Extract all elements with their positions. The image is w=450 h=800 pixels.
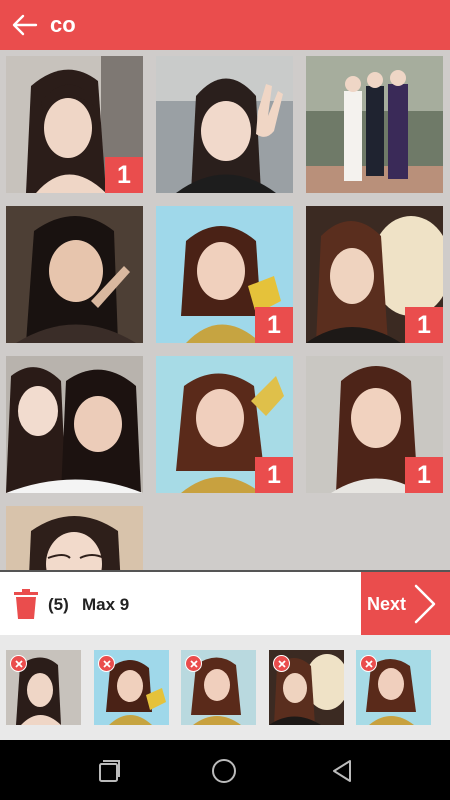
delete-button[interactable] bbox=[14, 589, 38, 619]
app-header: co bbox=[0, 0, 450, 50]
photo-thumbnail bbox=[306, 56, 443, 193]
photo-tile[interactable]: 1 bbox=[306, 206, 443, 343]
photo-thumbnail bbox=[156, 56, 293, 193]
selected-thumbnail[interactable] bbox=[356, 650, 431, 725]
remove-x-icon bbox=[364, 659, 373, 668]
photo-tile[interactable] bbox=[6, 356, 143, 493]
remove-button[interactable] bbox=[360, 655, 377, 672]
remove-x-icon bbox=[14, 659, 23, 668]
remove-button[interactable] bbox=[273, 655, 290, 672]
selected-thumbnail[interactable] bbox=[94, 650, 169, 725]
selected-thumbnail[interactable] bbox=[269, 650, 344, 725]
remove-x-icon bbox=[277, 659, 286, 668]
remove-button[interactable] bbox=[185, 655, 202, 672]
remove-button[interactable] bbox=[98, 655, 115, 672]
photo-tile[interactable]: 1 bbox=[6, 56, 143, 193]
recents-icon bbox=[99, 760, 120, 782]
photo-tile[interactable]: 1 bbox=[306, 356, 443, 493]
photo-tile[interactable] bbox=[306, 56, 443, 193]
recents-button[interactable] bbox=[95, 758, 121, 784]
remove-x-icon bbox=[102, 659, 111, 668]
album-title: co bbox=[50, 12, 76, 37]
photo-tile[interactable] bbox=[156, 56, 293, 193]
selected-photos-tray bbox=[0, 635, 450, 740]
selected-thumbnail[interactable] bbox=[6, 650, 81, 725]
selection-count-badge: 1 bbox=[255, 457, 293, 493]
selection-count-badge: 1 bbox=[405, 307, 443, 343]
photo-tile[interactable]: 1 bbox=[156, 356, 293, 493]
trash-icon bbox=[14, 589, 38, 619]
selection-bar: (5) Max 9 Next bbox=[0, 570, 450, 635]
photo-tile[interactable] bbox=[6, 206, 143, 343]
next-button-label: Next bbox=[367, 594, 407, 614]
selection-count-badge: 1 bbox=[405, 457, 443, 493]
selected-count: (5) bbox=[48, 595, 69, 614]
remove-button[interactable] bbox=[10, 655, 27, 672]
system-nav-bar bbox=[0, 740, 450, 800]
arrow-left-icon bbox=[12, 14, 38, 36]
home-button[interactable] bbox=[211, 758, 237, 784]
chevron-right-icon bbox=[414, 584, 436, 624]
photo-tile[interactable] bbox=[6, 506, 143, 570]
back-button[interactable] bbox=[0, 0, 50, 50]
photo-thumbnail bbox=[6, 356, 143, 493]
next-button[interactable]: Next bbox=[361, 572, 450, 635]
back-nav-button[interactable] bbox=[329, 758, 355, 784]
remove-x-icon bbox=[189, 659, 198, 668]
selection-count-badge: 1 bbox=[255, 307, 293, 343]
photo-thumbnail bbox=[6, 506, 143, 570]
photo-grid: 1 1 1 1 1 bbox=[0, 50, 450, 570]
home-icon bbox=[212, 759, 236, 783]
selected-thumbnail[interactable] bbox=[181, 650, 256, 725]
max-selection-label: Max 9 bbox=[82, 595, 130, 614]
photo-tile[interactable]: 1 bbox=[156, 206, 293, 343]
back-triangle-icon bbox=[333, 760, 351, 782]
selection-count-badge: 1 bbox=[105, 157, 143, 193]
photo-thumbnail bbox=[6, 206, 143, 343]
